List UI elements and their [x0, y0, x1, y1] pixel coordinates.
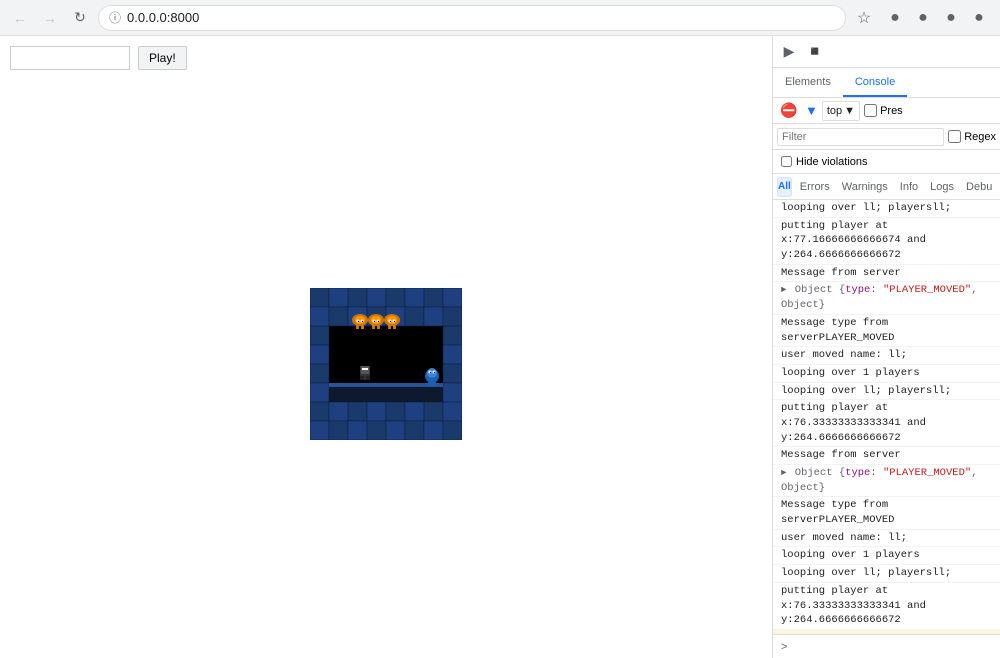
preserve-log-checkbox[interactable]: Pres [864, 104, 903, 117]
console-line-object[interactable]: ► Object {type: "PLAYER_MOVED", Object} [773, 282, 1000, 314]
extension-icon-1[interactable]: ● [882, 5, 908, 31]
hide-violations-label: Hide violations [796, 156, 868, 168]
hide-violations-row: Hide violations [773, 150, 1000, 174]
console-line: user moved name: ll; [773, 530, 1000, 548]
url-text: 0.0.0.0:8000 [127, 10, 199, 25]
extension-icon-2[interactable]: ● [910, 5, 936, 31]
lock-icon: ⓘ [109, 9, 121, 26]
device-toggle-button[interactable]: ◾ [803, 40, 827, 64]
console-line: looping over ll; playersll; [773, 565, 1000, 583]
log-level-row: All Errors Warnings Info Logs Debu [773, 174, 1000, 200]
context-selector[interactable]: top ▼ [822, 101, 860, 121]
debug-filter[interactable]: Debu [960, 177, 998, 197]
game-scene [310, 288, 462, 440]
play-button[interactable]: Play! [138, 46, 187, 70]
chrome-extension-icons: ● ● ● ● [882, 5, 992, 31]
tab-console[interactable]: Console [843, 68, 907, 97]
console-line: putting player atx:76.33333333333341 and… [773, 583, 1000, 630]
console-line: looping over ll; playersll; [773, 383, 1000, 401]
regex-checkbox[interactable]: Regex [948, 130, 996, 143]
name-input[interactable] [10, 46, 130, 70]
hide-violations-checkbox[interactable] [781, 156, 792, 167]
logs-filter[interactable]: Logs [924, 177, 960, 197]
preserve-checkbox[interactable] [864, 104, 877, 117]
console-line: looping over 1 players [773, 365, 1000, 383]
devtools-tabs: Elements Console [773, 68, 1000, 98]
main-area: Play! [0, 36, 1000, 658]
console-line: Message from server [773, 265, 1000, 283]
page-content: Play! [0, 36, 772, 658]
console-line: putting player atx:77.16666666666674 and… [773, 218, 1000, 265]
tab-elements[interactable]: Elements [773, 68, 843, 97]
extension-icon-3[interactable]: ● [938, 5, 964, 31]
devtools-panel: ▶ ◾ Elements Console ⛔ ▼ top ▼ Pres [772, 36, 1000, 658]
browser-toolbar: ← → ↻ ⓘ 0.0.0.0:8000 ☆ ● ● ● ● [0, 0, 1000, 36]
console-filter-input[interactable] [777, 128, 944, 146]
console-line: looping over 1 players [773, 547, 1000, 565]
all-levels-button[interactable]: All [777, 177, 792, 197]
errors-filter[interactable]: Errors [794, 177, 836, 197]
console-prompt: > [781, 641, 787, 653]
address-bar[interactable]: ⓘ 0.0.0.0:8000 [98, 5, 846, 31]
console-line: Message from server [773, 447, 1000, 465]
game-canvas [310, 288, 462, 440]
console-line: Message type from serverPLAYER_MOVED [773, 315, 1000, 347]
console-output[interactable]: looping over ll; playersll; putting play… [773, 200, 1000, 634]
devtools-toolbar: ▶ ◾ [773, 36, 1000, 68]
warnings-filter[interactable]: Warnings [836, 177, 894, 197]
console-bottom-bar[interactable]: > [773, 634, 1000, 658]
filter-icon: ▼ [805, 103, 818, 118]
back-button[interactable]: ← [8, 6, 32, 30]
extension-icon-4[interactable]: ● [966, 5, 992, 31]
console-line: looping over ll; playersll; [773, 200, 1000, 218]
inspect-element-button[interactable]: ▶ [777, 40, 801, 64]
clear-console-button[interactable]: ⛔ [777, 99, 801, 123]
info-filter[interactable]: Info [894, 177, 924, 197]
reload-button[interactable]: ↻ [68, 6, 92, 30]
console-line: Message type from serverPLAYER_MOVED [773, 497, 1000, 529]
bookmark-button[interactable]: ☆ [852, 6, 876, 30]
game-canvas-area [10, 80, 762, 648]
console-line: user moved name: ll; [773, 347, 1000, 365]
console-line: putting player atx:76.33333333333341 and… [773, 400, 1000, 447]
forward-button[interactable]: → [38, 6, 62, 30]
console-line-object[interactable]: ► Object {type: "PLAYER_MOVED", Object} [773, 465, 1000, 497]
page-header: Play! [10, 46, 762, 70]
console-top-toolbar: ⛔ ▼ top ▼ Pres [773, 98, 1000, 124]
console-filter-row: Regex [773, 124, 1000, 150]
